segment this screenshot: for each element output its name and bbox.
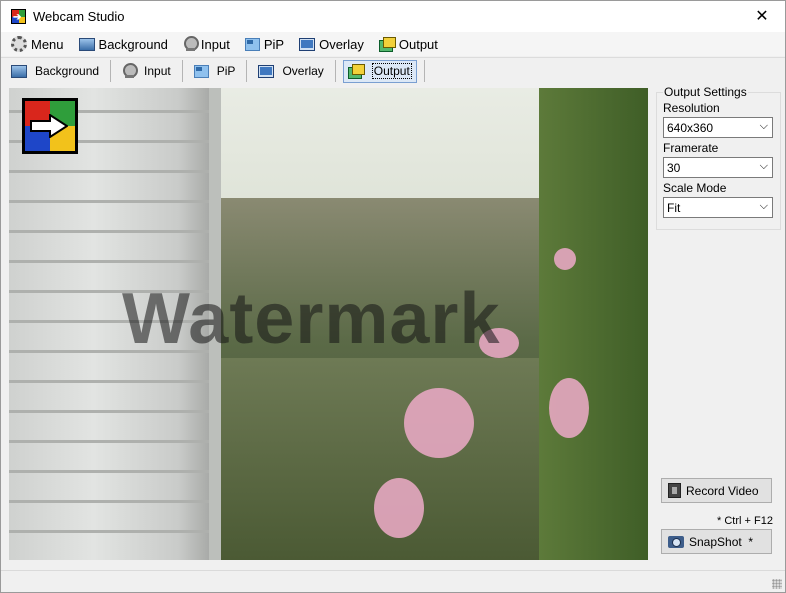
pip-icon (193, 64, 209, 78)
overlay-icon (299, 37, 316, 51)
toolbar-separator (110, 60, 112, 82)
menu-item-menu[interactable]: Menu (11, 36, 64, 52)
chevron-down-icon: ⌵ (759, 120, 768, 132)
framerate-select[interactable]: 30 ⌵ (663, 157, 773, 178)
video-preview: Watermark (9, 88, 648, 560)
pip-icon (244, 37, 260, 51)
preview-foliage (539, 88, 648, 560)
snapshot-hotkey-hint: * Ctrl + F12 (717, 515, 773, 527)
toolbar-button-label: Input (144, 64, 171, 78)
scale-mode-select[interactable]: Fit ⌵ (663, 197, 773, 218)
toolbar-button-output[interactable]: Output (342, 59, 417, 83)
film-icon (668, 483, 681, 498)
resolution-value: 640x360 (667, 121, 714, 135)
chevron-down-icon: ⌵ (759, 160, 768, 172)
status-bar (1, 570, 785, 592)
toolbar-button-label: PiP (216, 64, 236, 78)
snapshot-button[interactable]: SnapShot * (661, 529, 772, 554)
toolbar-separator (423, 60, 425, 82)
menu-item-pip[interactable]: PiP (244, 36, 285, 52)
toolbar-button-label: Output (371, 63, 412, 79)
title-bar: ➔ Webcam Studio ✕ (1, 1, 785, 32)
output-settings-title: Output Settings (663, 85, 748, 99)
close-button[interactable]: ✕ (739, 1, 785, 31)
webcam-icon (183, 36, 199, 52)
framerate-value: 30 (667, 161, 681, 175)
arrow-right-icon (30, 114, 68, 138)
blossom (404, 388, 474, 458)
blossom (374, 478, 424, 538)
record-video-label: Record Video (686, 483, 759, 498)
webcam-studio-logo (22, 98, 78, 154)
window-title: Webcam Studio (33, 9, 125, 24)
toolbar-button-input[interactable]: Input (118, 60, 175, 83)
menu-bar: Menu Background Input PiP Overlay Output (1, 32, 785, 56)
resolution-select[interactable]: 640x360 ⌵ (663, 117, 773, 138)
watermark-text: Watermark (122, 279, 501, 359)
menu-item-label: Background (98, 36, 168, 52)
overlay-icon (258, 64, 275, 78)
menu-item-output[interactable]: Output (378, 36, 438, 52)
framerate-label: Framerate (663, 141, 719, 155)
menu-item-label: Overlay (319, 36, 364, 52)
gear-icon (11, 36, 27, 52)
chevron-down-icon: ⌵ (759, 200, 768, 212)
resize-grip-icon[interactable] (772, 579, 782, 589)
blossom (549, 378, 589, 438)
scale-mode-label: Scale Mode (663, 181, 727, 195)
toolbar: Background Input PiP Overlay Output (1, 57, 785, 84)
menu-item-label: Input (200, 36, 230, 52)
scale-mode-value: Fit (667, 201, 681, 215)
toolbar-separator (334, 60, 336, 82)
output-icon (378, 37, 396, 52)
menu-item-overlay[interactable]: Overlay (299, 37, 364, 52)
menu-item-input[interactable]: Input (183, 36, 230, 52)
app-window: ➔ Webcam Studio ✕ Menu Background Input … (0, 0, 786, 593)
menu-item-label: Menu (31, 36, 64, 52)
toolbar-separator (181, 60, 183, 82)
toolbar-button-pip[interactable]: PiP (190, 60, 240, 83)
snapshot-label: SnapShot * (689, 534, 754, 549)
toolbar-separator (246, 60, 248, 82)
toolbar-button-overlay[interactable]: Overlay (254, 60, 327, 83)
background-icon (78, 37, 95, 51)
background-icon (11, 64, 27, 78)
webcam-icon (122, 63, 139, 79)
record-video-button[interactable]: Record Video (661, 478, 772, 503)
camera-icon (668, 535, 684, 548)
blossom (554, 248, 576, 270)
menu-item-label: Output (398, 36, 438, 52)
toolbar-button-label: Overlay (282, 64, 324, 78)
menu-item-background[interactable]: Background (78, 36, 168, 52)
resolution-label: Resolution (663, 101, 720, 115)
toolbar-button-label: Background (35, 64, 100, 78)
menu-item-label: PiP (263, 36, 285, 52)
app-icon: ➔ (11, 9, 26, 24)
output-icon (347, 64, 365, 79)
toolbar-button-background[interactable]: Background (7, 60, 103, 83)
